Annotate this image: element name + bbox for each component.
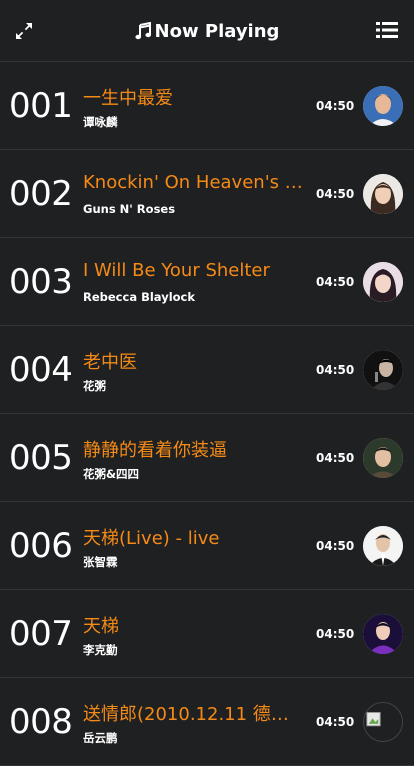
track-row[interactable]: 003 I Will Be Your Shelter Rebecca Blayl… (0, 238, 414, 326)
track-number: 008 (9, 702, 73, 742)
track-title: Knockin' On Heaven's Door (83, 172, 305, 193)
artist-avatar (363, 262, 403, 302)
playlist-icon[interactable] (376, 21, 398, 39)
track-artist: 花粥 (83, 379, 106, 393)
track-number: 001 (9, 86, 73, 126)
track-list: 001 一生中最爱 谭咏麟 04:50 002 Knockin' On Heav… (0, 62, 414, 766)
track-artist: Rebecca Blaylock (83, 290, 196, 304)
track-title: 老中医 (83, 352, 137, 373)
track-row[interactable]: 008 送情郎(2010.12.11 德云社 岳云鹏 04:50 (0, 678, 414, 766)
artist-avatar (363, 614, 403, 654)
track-artist: 李克勤 (83, 643, 118, 657)
track-artist: 花粥&四四 (83, 467, 140, 481)
track-duration: 04:50 (316, 275, 355, 289)
track-row[interactable]: 006 天梯(Live) - live 张智霖 04:50 (0, 502, 414, 590)
track-row[interactable]: 001 一生中最爱 谭咏麟 04:50 (0, 62, 414, 150)
track-artist: 张智霖 (83, 555, 118, 569)
track-title: 天梯(Live) - live (83, 528, 220, 549)
track-artist: Guns N' Roses (83, 202, 176, 216)
track-row[interactable]: 004 老中医 花粥 04:50 (0, 326, 414, 414)
broken-image-icon (363, 702, 403, 742)
track-row[interactable]: 005 静静的看着你装逼 花粥&四四 04:50 (0, 414, 414, 502)
track-duration: 04:50 (316, 187, 355, 201)
page-title: Now Playing (154, 20, 280, 42)
track-title: 静静的看着你装逼 (83, 440, 227, 461)
title-group: Now Playing (0, 0, 414, 62)
track-title: I Will Be Your Shelter (83, 260, 270, 281)
artist-avatar (363, 86, 403, 126)
track-duration: 04:50 (316, 715, 355, 729)
track-duration: 04:50 (316, 363, 355, 377)
track-number: 004 (9, 350, 73, 390)
track-number: 005 (9, 438, 73, 478)
track-title: 一生中最爱 (83, 88, 173, 109)
track-artist: 岳云鹏 (83, 731, 118, 745)
artist-avatar (363, 174, 403, 214)
artist-avatar (363, 438, 403, 478)
top-bar: Now Playing (0, 0, 414, 62)
track-number: 007 (9, 614, 73, 654)
artist-avatar (363, 350, 403, 390)
track-title: 天梯 (83, 616, 119, 637)
track-duration: 04:50 (316, 99, 355, 113)
track-number: 002 (9, 174, 73, 214)
track-row[interactable]: 002 Knockin' On Heaven's Door Guns N' Ro… (0, 150, 414, 238)
artist-avatar (363, 526, 403, 566)
track-title: 送情郎(2010.12.11 德云社 (83, 704, 305, 725)
track-number: 006 (9, 526, 73, 566)
track-duration: 04:50 (316, 451, 355, 465)
track-row[interactable]: 007 天梯 李克勤 04:50 (0, 590, 414, 678)
track-duration: 04:50 (316, 539, 355, 553)
track-artist: 谭咏麟 (83, 115, 118, 129)
music-note-icon (134, 22, 151, 40)
track-number: 003 (9, 262, 73, 302)
track-duration: 04:50 (316, 627, 355, 641)
